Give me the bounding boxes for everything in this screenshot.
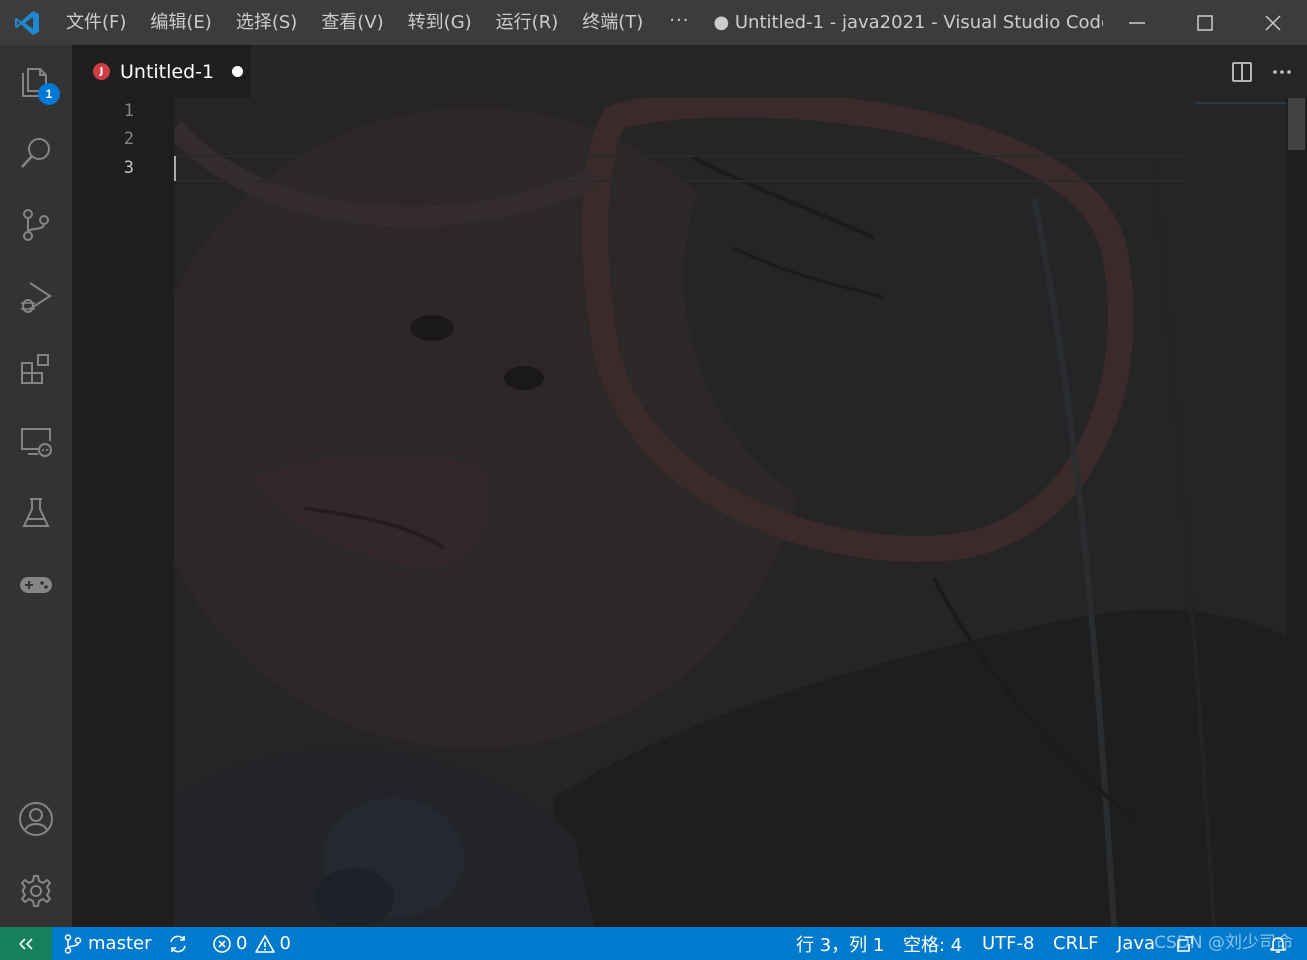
scrollbar-thumb[interactable] [1288, 98, 1305, 150]
accounts-button[interactable] [0, 783, 72, 855]
explorer-button[interactable]: 1 [0, 45, 72, 117]
vscode-logo-icon [0, 0, 54, 45]
menu-selection[interactable]: 选择(S) [224, 0, 309, 45]
branch-name: master [88, 933, 152, 954]
gamepad-button[interactable] [0, 549, 72, 621]
menu-file[interactable]: 文件(F) [54, 0, 138, 45]
search-icon [21, 138, 50, 168]
menu-view[interactable]: 查看(V) [309, 0, 395, 45]
vertical-scrollbar[interactable] [1286, 98, 1307, 927]
vscode-window: 文件(F) 编辑(E) 选择(S) 查看(V) 转到(G) 运行(R) 终端(T… [0, 0, 1307, 960]
manage-button[interactable] [0, 855, 72, 927]
line-number: 2 [123, 129, 134, 149]
java-file-icon: J [93, 63, 110, 80]
eol-setting[interactable]: CRLF [1053, 927, 1098, 960]
extensions-icon [21, 354, 49, 384]
remote-explorer-button[interactable] [0, 405, 72, 477]
menu-more-button[interactable]: ··· [655, 0, 703, 45]
tab-label: Untitled-1 [120, 60, 215, 83]
remote-icon [19, 937, 33, 950]
editor-group: J Untitled-1 1 2 3 [72, 45, 1307, 927]
unsaved-dot-icon[interactable] [232, 66, 244, 77]
close-icon [1265, 14, 1281, 31]
csdn-watermark: CSDN @刘少司命 [1154, 933, 1293, 953]
settings-gear-icon [21, 875, 51, 907]
error-count: 0 [236, 933, 248, 954]
git-branch-icon [64, 933, 82, 954]
warning-count: 0 [279, 933, 291, 954]
menu-edit[interactable]: 编辑(E) [138, 0, 223, 45]
source-control-button[interactable] [0, 189, 72, 261]
background-image [174, 98, 1289, 927]
encoding-setting[interactable]: UTF-8 [982, 927, 1034, 960]
explorer-badge: 1 [38, 83, 60, 105]
error-icon [213, 934, 231, 953]
source-control-icon [23, 209, 49, 241]
minimize-button[interactable] [1103, 0, 1171, 45]
language-mode[interactable]: Java [1117, 927, 1155, 960]
warning-icon [255, 934, 276, 953]
maximize-icon [1197, 14, 1213, 31]
menu-go[interactable]: 转到(G) [396, 0, 484, 45]
problems-indicator[interactable]: 0 0 [212, 927, 291, 960]
window-title: ● Untitled-1 - java2021 - Visual Studio … [713, 12, 1103, 33]
line-number-gutter: 1 2 3 [72, 98, 174, 927]
window-controls [1103, 0, 1307, 45]
activity-bar: 1 [0, 45, 72, 927]
tab-bar: J Untitled-1 [72, 45, 1307, 98]
sync-button[interactable] [167, 927, 189, 960]
branch-indicator[interactable]: master [64, 927, 151, 960]
cursor-position[interactable]: 行 3，列 1 [796, 927, 884, 960]
menu-bar: 文件(F) 编辑(E) 选择(S) 查看(V) 转到(G) 运行(R) 终端(T… [54, 0, 703, 45]
status-bar: master 0 0 行 3，列 1 空格: 4 UTF-8 CRLF Java… [0, 927, 1307, 960]
menu-terminal[interactable]: 终端(T) [570, 0, 655, 45]
tab-untitled-1[interactable]: J Untitled-1 [72, 45, 251, 98]
search-button[interactable] [0, 117, 72, 189]
menu-run[interactable]: 运行(R) [484, 0, 571, 45]
indentation-setting[interactable]: 空格: 4 [903, 927, 962, 960]
current-line-highlight [174, 155, 1189, 182]
text-cursor [174, 156, 176, 181]
more-actions-icon[interactable] [1271, 61, 1293, 83]
extensions-button[interactable] [0, 333, 72, 405]
code-editor[interactable]: 1 2 3 [72, 98, 1307, 927]
testing-button[interactable] [0, 477, 72, 549]
sync-icon [170, 935, 186, 952]
line-number-current: 3 [123, 158, 134, 178]
gamepad-icon [20, 577, 52, 593]
split-editor-icon[interactable] [1231, 61, 1253, 83]
remote-explorer-icon [21, 428, 52, 457]
title-bar: 文件(F) 编辑(E) 选择(S) 查看(V) 转到(G) 运行(R) 终端(T… [0, 0, 1307, 45]
minimize-icon [1129, 21, 1145, 24]
remote-indicator[interactable] [0, 927, 52, 960]
account-icon [19, 802, 53, 836]
line-number: 1 [123, 101, 134, 121]
run-debug-icon [21, 282, 52, 313]
minimap-viewport[interactable] [1196, 102, 1286, 104]
close-window-button[interactable] [1239, 0, 1307, 45]
maximize-button[interactable] [1171, 0, 1239, 45]
run-debug-button[interactable] [0, 261, 72, 333]
testing-icon [22, 498, 50, 527]
editor-actions [1231, 45, 1293, 98]
